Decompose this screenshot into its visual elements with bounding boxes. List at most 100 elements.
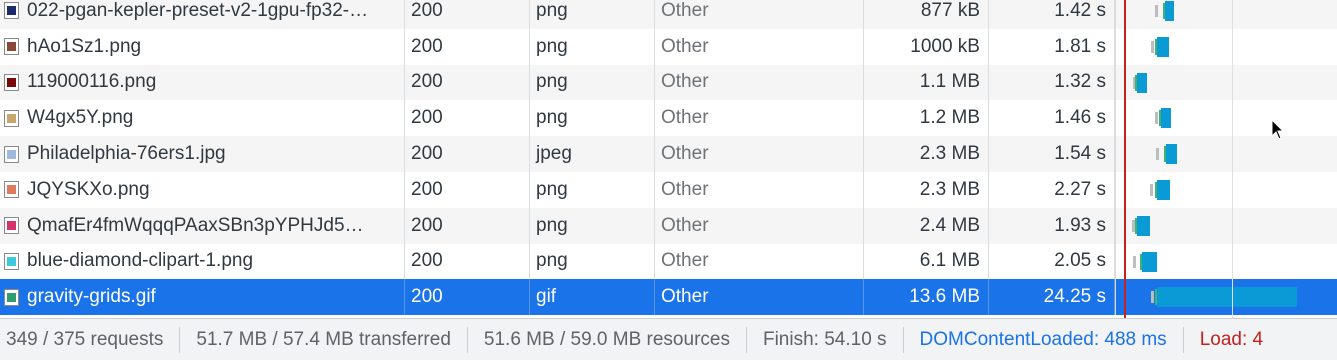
size-cell: 2.3 MB: [864, 171, 989, 208]
type-cell: png: [530, 28, 655, 65]
file-thumbnail-icon: [4, 38, 19, 56]
status-cell: 200: [405, 171, 530, 208]
table-row[interactable]: hAo1Sz1.png 200 png Other 1000 kB 1.81 s: [0, 28, 1337, 65]
network-status-bar: 349 / 375 requests 51.7 MB / 57.4 MB tra…: [0, 318, 1337, 360]
size-cell: 13.6 MB: [864, 279, 989, 316]
file-thumbnail-icon: [4, 109, 19, 127]
table-row[interactable]: W4gx5Y.png 200 png Other 1.2 MB 1.46 s: [0, 100, 1337, 137]
load-time: Load: 4: [1199, 328, 1264, 350]
requests-count: 349 / 375 requests: [0, 326, 181, 353]
file-name: 119000116.png: [27, 71, 157, 93]
name-cell[interactable]: W4gx5Y.png: [0, 100, 405, 137]
status-cell: 200: [405, 279, 530, 316]
size-cell: 1.2 MB: [864, 100, 989, 137]
waterfall-download-bar: [1142, 251, 1157, 272]
time-cell: 1.32 s: [989, 64, 1115, 101]
dom-content-loaded-time: DOMContentLoaded: 488 ms: [904, 326, 1184, 353]
time-cell: 1.42 s: [989, 0, 1115, 29]
size-cell: 6.1 MB: [864, 243, 989, 280]
name-cell[interactable]: gravity-grids.gif: [0, 279, 405, 316]
initiator-cell: Other: [655, 243, 864, 280]
type-cell: png: [530, 64, 655, 101]
status-cell: 200: [405, 0, 530, 29]
size-cell: 877 kB: [864, 0, 989, 29]
waterfall-download-bar: [1137, 215, 1150, 236]
type-cell: gif: [530, 279, 655, 316]
name-cell[interactable]: blue-diamond-clipart-1.png: [0, 243, 405, 280]
table-row[interactable]: 022-pgan-kepler-preset-v2-1gpu-fp32-… 20…: [0, 0, 1337, 29]
file-name: blue-diamond-clipart-1.png: [27, 250, 254, 272]
time-cell: 1.81 s: [989, 28, 1115, 65]
file-thumbnail-icon: [4, 288, 19, 306]
table-row[interactable]: blue-diamond-clipart-1.png 200 png Other…: [0, 243, 1337, 280]
network-request-table: 022-pgan-kepler-preset-v2-1gpu-fp32-… 20…: [0, 0, 1337, 316]
status-cell: 200: [405, 100, 530, 137]
type-cell: png: [530, 207, 655, 244]
waterfall-download-bar: [1157, 179, 1170, 200]
waterfall-waiting-segment: [1150, 183, 1153, 196]
initiator-cell: Other: [655, 28, 864, 65]
waterfall-cell: [1115, 136, 1337, 172]
file-thumbnail-icon: [4, 252, 19, 270]
waterfall-waiting-segment: [1151, 40, 1154, 53]
file-name: QmafEr4fmWqqqPAaxSBn3pYPHJd5…: [27, 214, 364, 236]
initiator-cell: Other: [655, 0, 864, 29]
waterfall-waiting-segment: [1155, 112, 1158, 125]
waterfall-waiting-segment: [1155, 5, 1158, 17]
file-thumbnail-icon: [4, 181, 19, 199]
time-cell: 1.46 s: [989, 100, 1115, 137]
status-cell: 200: [405, 28, 530, 65]
name-cell[interactable]: 022-pgan-kepler-preset-v2-1gpu-fp32-…: [0, 0, 405, 29]
waterfall-download-bar: [1137, 72, 1147, 93]
file-name: JQYSKXo.png: [27, 178, 150, 200]
waterfall-waiting-segment: [1151, 291, 1154, 304]
table-row[interactable]: QmafEr4fmWqqqPAaxSBn3pYPHJd5… 200 png Ot…: [0, 207, 1337, 244]
file-thumbnail-icon: [4, 145, 19, 163]
file-name: 022-pgan-kepler-preset-v2-1gpu-fp32-…: [27, 0, 369, 21]
type-cell: png: [530, 243, 655, 280]
initiator-cell: Other: [655, 171, 864, 208]
time-cell: 2.27 s: [989, 171, 1115, 208]
file-name: Philadelphia-76ers1.jpg: [27, 143, 226, 165]
initiator-cell: Other: [655, 64, 864, 101]
waterfall-download-bar: [1157, 287, 1297, 308]
waterfall-cell: [1115, 0, 1337, 29]
type-cell: jpeg: [530, 136, 655, 172]
type-cell: png: [530, 0, 655, 29]
file-name: gravity-grids.gif: [27, 286, 156, 308]
table-row[interactable]: JQYSKXo.png 200 png Other 2.3 MB 2.27 s: [0, 171, 1337, 208]
file-name: hAo1Sz1.png: [27, 35, 142, 57]
name-cell[interactable]: JQYSKXo.png: [0, 171, 405, 208]
type-cell: png: [530, 100, 655, 137]
waterfall-download-bar: [1165, 1, 1174, 21]
size-cell: 2.3 MB: [864, 136, 989, 172]
file-name: W4gx5Y.png: [27, 107, 134, 129]
waterfall-download-bar: [1161, 108, 1171, 129]
waterfall-cell: [1115, 171, 1337, 208]
initiator-cell: Other: [655, 100, 864, 137]
status-cell: 200: [405, 243, 530, 280]
time-cell: 2.05 s: [989, 243, 1115, 280]
size-cell: 2.4 MB: [864, 207, 989, 244]
table-row[interactable]: Philadelphia-76ers1.jpg 200 jpeg Other 2…: [0, 136, 1337, 172]
status-cell: 200: [405, 207, 530, 244]
status-cell: 200: [405, 64, 530, 101]
finish-time: Finish: 54.10 s: [747, 326, 904, 353]
mouse-cursor-icon: [1271, 119, 1285, 140]
waterfall-cell: [1115, 28, 1337, 65]
table-row[interactable]: 119000116.png 200 png Other 1.1 MB 1.32 …: [0, 64, 1337, 101]
name-cell[interactable]: 119000116.png: [0, 64, 405, 101]
initiator-cell: Other: [655, 279, 864, 316]
time-cell: 1.93 s: [989, 207, 1115, 244]
load-event-line: [1124, 0, 1126, 318]
waterfall-download-bar: [1157, 36, 1169, 57]
table-row[interactable]: gravity-grids.gif 200 gif Other 13.6 MB …: [0, 279, 1337, 316]
waterfall-grid-line: [1232, 0, 1233, 318]
size-cell: 1000 kB: [864, 28, 989, 65]
size-cell: 1.1 MB: [864, 64, 989, 101]
file-thumbnail-icon: [4, 217, 19, 235]
name-cell[interactable]: Philadelphia-76ers1.jpg: [0, 136, 405, 172]
name-cell[interactable]: hAo1Sz1.png: [0, 28, 405, 65]
name-cell[interactable]: QmafEr4fmWqqqPAaxSBn3pYPHJd5…: [0, 207, 405, 244]
initiator-cell: Other: [655, 136, 864, 172]
